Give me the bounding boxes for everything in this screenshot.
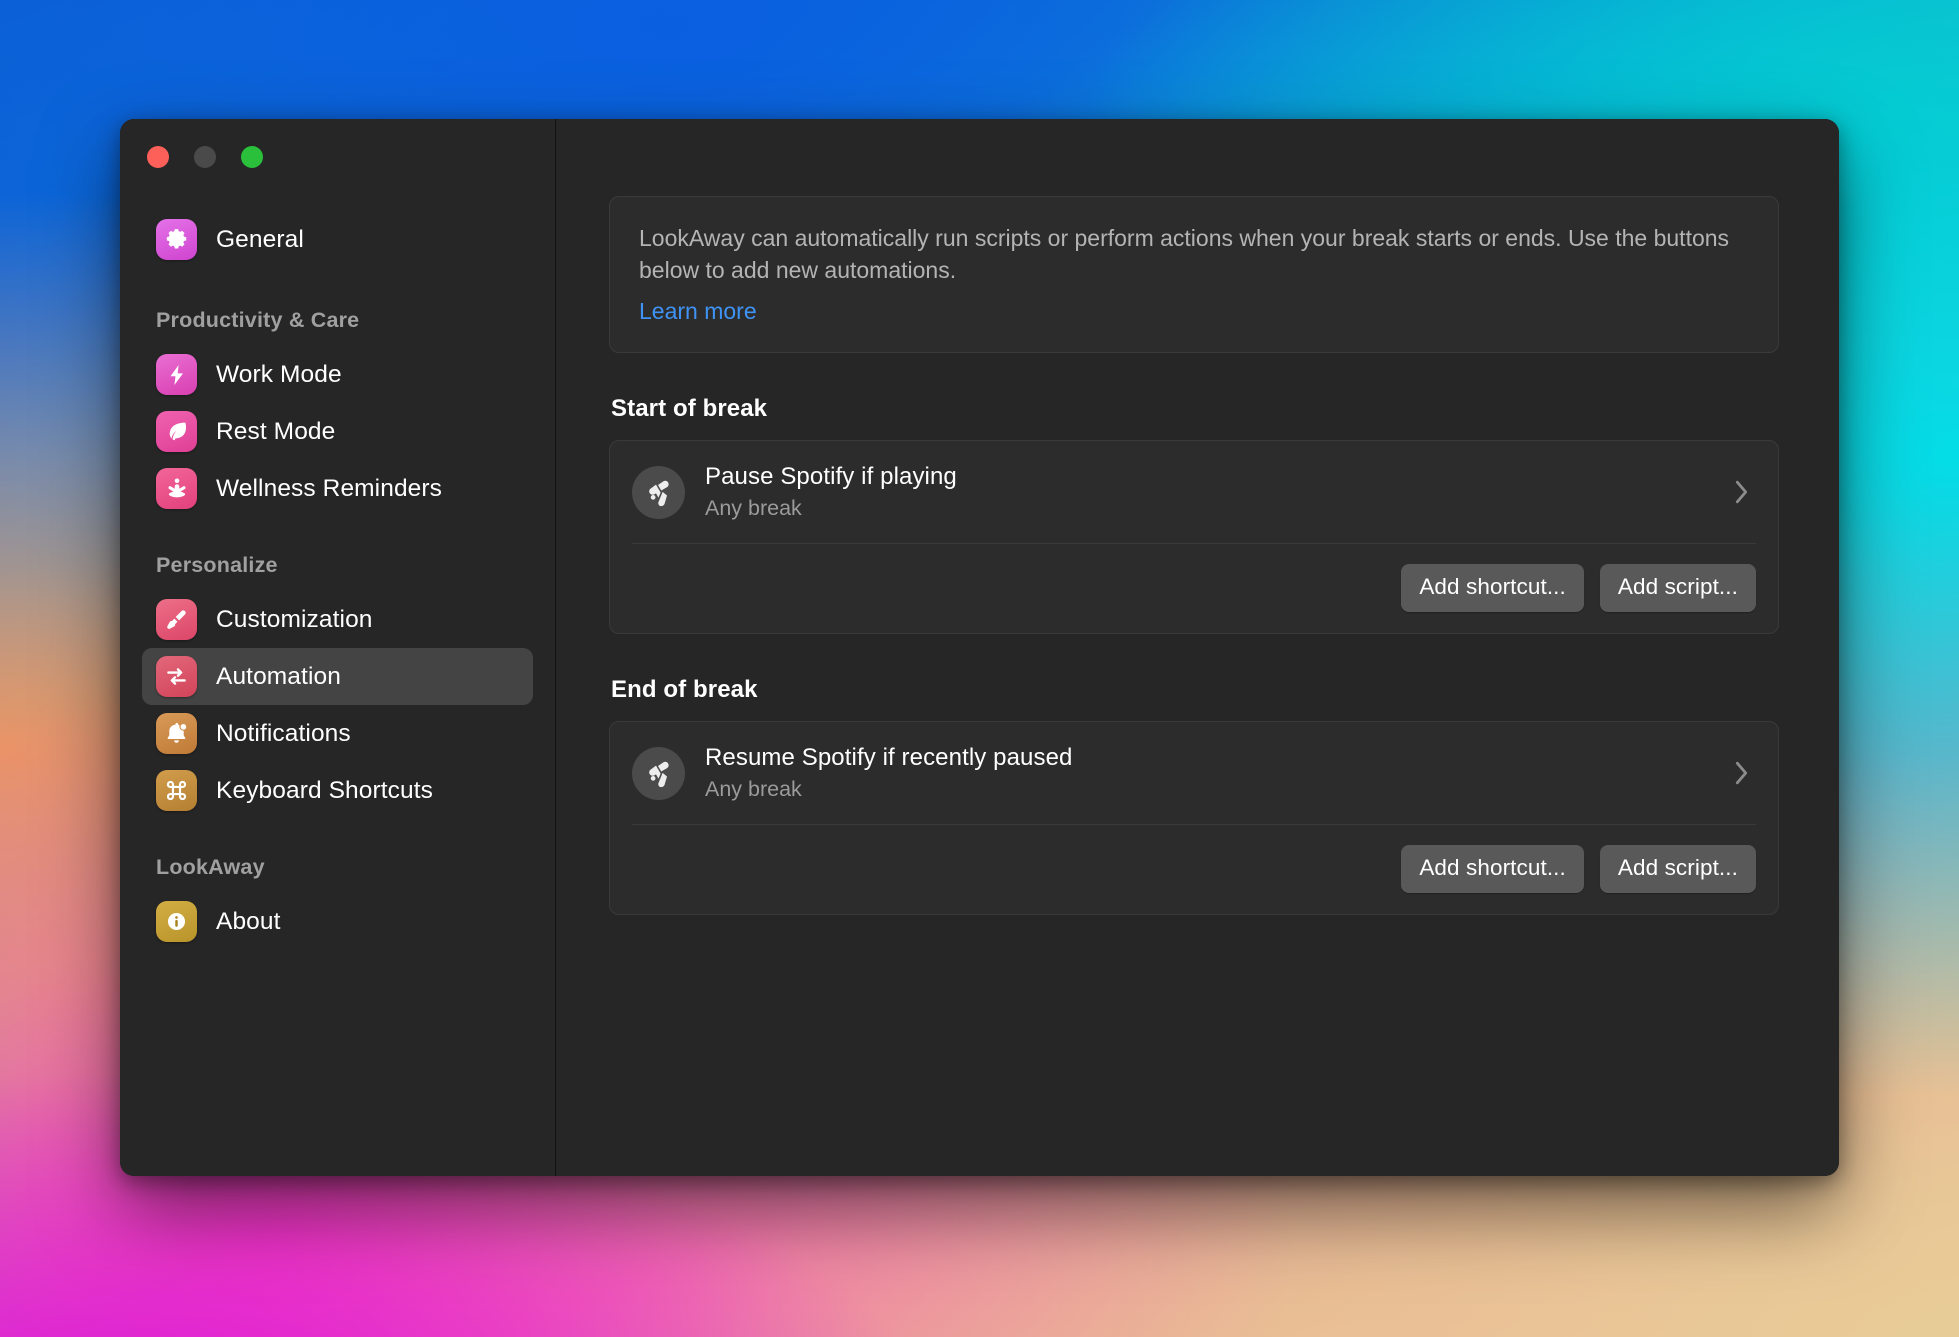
- bolt-icon: [156, 354, 197, 395]
- automation-row[interactable]: Resume Spotify if recently paused Any br…: [610, 722, 1778, 824]
- sidebar-section-header-lookaway: LookAway: [142, 855, 533, 880]
- bell-badge-icon: [156, 713, 197, 754]
- end-of-break-card: Resume Spotify if recently paused Any br…: [609, 721, 1779, 915]
- add-script-button[interactable]: Add script...: [1600, 564, 1756, 612]
- sidebar: General Productivity & Care Work Mode: [120, 119, 556, 1176]
- paintbrush-icon: [156, 599, 197, 640]
- automation-row-subtitle: Any break: [705, 496, 1713, 522]
- automation-settings-panel: LookAway can automatically run scripts o…: [556, 119, 1839, 1176]
- repeat-arrows-icon: [156, 656, 197, 697]
- sidebar-item-label: Wellness Reminders: [216, 475, 442, 503]
- sidebar-item-general[interactable]: General: [142, 211, 533, 268]
- sidebar-item-keyboard-shortcuts[interactable]: Keyboard Shortcuts: [142, 762, 533, 819]
- automation-row-subtitle: Any break: [705, 777, 1713, 803]
- minimize-window-button[interactable]: [194, 146, 216, 168]
- sidebar-item-label: Rest Mode: [216, 418, 335, 446]
- gear-icon: [156, 219, 197, 260]
- automation-row[interactable]: Pause Spotify if playing Any break: [610, 441, 1778, 543]
- sidebar-item-label: Keyboard Shortcuts: [216, 777, 433, 805]
- window-traffic-lights: [120, 119, 555, 168]
- start-of-break-actions: Add shortcut... Add script...: [610, 544, 1778, 633]
- add-shortcut-button[interactable]: Add shortcut...: [1401, 845, 1584, 893]
- info-banner: LookAway can automatically run scripts o…: [609, 196, 1779, 353]
- sidebar-section-header-productivity: Productivity & Care: [142, 308, 533, 333]
- lookaway-settings-window: General Productivity & Care Work Mode: [120, 119, 1839, 1176]
- sidebar-item-label: Automation: [216, 663, 341, 691]
- sidebar-item-automation[interactable]: Automation: [142, 648, 533, 705]
- sidebar-item-label: Work Mode: [216, 361, 342, 389]
- sidebar-item-label: Customization: [216, 606, 373, 634]
- sidebar-item-label: General: [216, 226, 304, 254]
- end-of-break-actions: Add shortcut... Add script...: [610, 825, 1778, 914]
- add-script-button[interactable]: Add script...: [1600, 845, 1756, 893]
- shortcuts-app-icon: [632, 747, 685, 800]
- group-title-end-of-break: End of break: [611, 676, 1779, 704]
- command-icon: [156, 770, 197, 811]
- close-window-button[interactable]: [147, 146, 169, 168]
- automation-row-text: Resume Spotify if recently paused Any br…: [705, 743, 1713, 803]
- sidebar-item-work-mode[interactable]: Work Mode: [142, 346, 533, 403]
- automation-row-title: Pause Spotify if playing: [705, 462, 1713, 492]
- start-of-break-card: Pause Spotify if playing Any break Add s…: [609, 440, 1779, 634]
- chevron-right-icon[interactable]: [1733, 478, 1754, 506]
- maximize-window-button[interactable]: [241, 146, 263, 168]
- meditation-icon: [156, 468, 197, 509]
- learn-more-link[interactable]: Learn more: [639, 298, 757, 325]
- desktop-wallpaper: General Productivity & Care Work Mode: [0, 0, 1959, 1337]
- group-title-start-of-break: Start of break: [611, 395, 1779, 423]
- info-circle-icon: [156, 901, 197, 942]
- automation-row-text: Pause Spotify if playing Any break: [705, 462, 1713, 522]
- sidebar-nav-list: General Productivity & Care Work Mode: [120, 168, 555, 950]
- chevron-right-icon[interactable]: [1733, 759, 1754, 787]
- sidebar-section-header-personalize: Personalize: [142, 553, 533, 578]
- add-shortcut-button[interactable]: Add shortcut...: [1401, 564, 1584, 612]
- sidebar-item-label: Notifications: [216, 720, 351, 748]
- shortcuts-app-icon: [632, 466, 685, 519]
- sidebar-item-customization[interactable]: Customization: [142, 591, 533, 648]
- info-banner-text: LookAway can automatically run scripts o…: [639, 223, 1749, 286]
- sidebar-item-wellness-reminders[interactable]: Wellness Reminders: [142, 460, 533, 517]
- sidebar-item-rest-mode[interactable]: Rest Mode: [142, 403, 533, 460]
- automation-row-title: Resume Spotify if recently paused: [705, 743, 1713, 773]
- sidebar-item-about[interactable]: About: [142, 893, 533, 950]
- sidebar-item-notifications[interactable]: Notifications: [142, 705, 533, 762]
- leaf-icon: [156, 411, 197, 452]
- sidebar-item-label: About: [216, 908, 281, 936]
